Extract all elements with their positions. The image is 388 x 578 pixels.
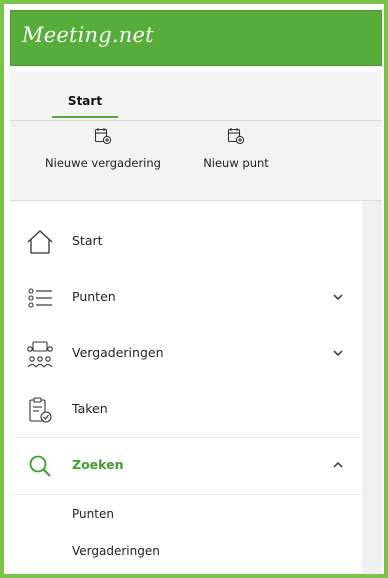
tab-start-label: Start [67,94,103,108]
sidebar-subitem-vergaderingen[interactable]: Vergaderingen [72,544,160,558]
sidebar-item-label: Punten [72,289,116,304]
title-bar: Meeting.net [10,10,382,66]
new-point-button[interactable]: Nieuw punt [194,126,278,196]
search-icon [29,455,51,477]
tab-start[interactable]: Start [52,92,118,118]
sidebar-subitem-punten[interactable]: Punten [72,507,114,521]
calendar-add-icon [94,128,112,145]
new-meeting-label: Nieuwe vergadering [45,156,161,170]
calendar-add-icon [227,128,245,145]
chevron-up-icon[interactable] [332,459,344,471]
sidebar-item-punten[interactable]: Punten [10,270,362,326]
scrollbar[interactable] [362,201,382,573]
sidebar-item-taken[interactable]: Taken [10,382,362,438]
sidebar-item-label: Taken [72,401,108,416]
app-frame: Meeting.net Start Nieuwe vergadering Nie… [0,0,388,578]
chevron-down-icon[interactable] [332,291,344,303]
active-tab-indicator [52,116,118,118]
sidebar-item-label: Vergaderingen [72,345,164,360]
list-icon [28,288,52,308]
home-icon [27,230,53,254]
ribbon-divider [10,120,382,121]
clipboard-check-icon [29,397,52,423]
ribbon-tab-row: Start [10,72,382,120]
sidebar-item-label: Zoeken [72,457,124,472]
app-logo[interactable]: Meeting.net [22,23,154,47]
new-point-label: Nieuw punt [203,156,269,170]
new-meeting-button[interactable]: Nieuwe vergadering [32,126,174,196]
sidebar-nav: Start Punten Vergaderingen Taken Zoeken … [10,201,362,573]
meeting-people-icon [27,341,53,368]
chevron-down-icon[interactable] [332,347,344,359]
sidebar-item-vergaderingen[interactable]: Vergaderingen [10,326,362,382]
sidebar-item-zoeken[interactable]: Zoeken [10,438,362,494]
sidebar-item-label: Start [72,233,103,248]
sidebar-item-start[interactable]: Start [10,214,362,270]
ribbon: Start Nieuwe vergadering Nieuw punt [10,72,382,201]
